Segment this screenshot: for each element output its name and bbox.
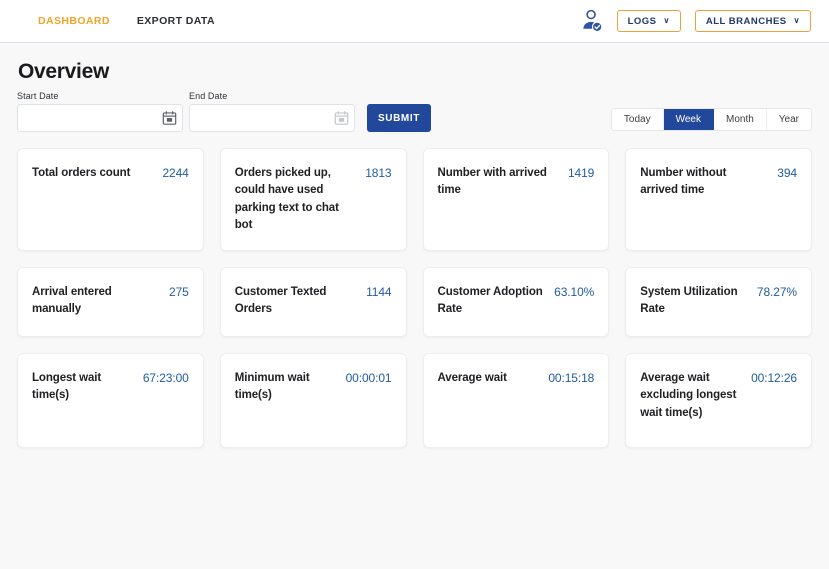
kpi-value: 1144 — [366, 285, 392, 299]
kpi-card-number-without-arrived-time: Number without arrived time 394 — [625, 148, 812, 251]
kpi-label: Customer Texted Orders — [234, 286, 327, 316]
logs-button-label: LOGS — [627, 15, 657, 27]
kpi-value: 2244 — [162, 166, 189, 180]
start-date-field: Start Date — [17, 91, 183, 132]
period-option-month[interactable]: Month — [714, 109, 767, 130]
start-date-input[interactable] — [17, 104, 183, 132]
verified-user-icon[interactable] — [581, 9, 603, 33]
kpi-label: Average wait — [437, 372, 507, 384]
end-date-input[interactable] — [189, 104, 355, 132]
kpi-label: System Utilization Rate — [640, 286, 738, 316]
end-date-calendar-icon[interactable] — [333, 110, 350, 127]
kpi-label: Minimum wait time(s) — [234, 372, 310, 402]
period-segmented-control: Today Week Month Year — [610, 108, 812, 131]
all-branches-button-label: ALL BRANCHES — [705, 15, 787, 27]
kpi-value: 00:12:26 — [751, 371, 797, 385]
end-date-label: End Date — [189, 91, 228, 101]
nav-link-dashboard[interactable]: DASHBOARD — [38, 15, 110, 27]
kpi-card-longest-wait-time: Longest wait time(s) 67:23:00 — [17, 353, 204, 448]
main-nav: DASHBOARD EXPORT DATA — [38, 15, 215, 27]
page-title: Overview — [18, 60, 109, 83]
logs-dropdown-button[interactable]: LOGS ∨ — [616, 10, 681, 32]
nav-link-export-data[interactable]: EXPORT DATA — [137, 15, 215, 27]
kpi-value: 1813 — [365, 166, 392, 180]
kpi-label: Average wait excluding longest wait time… — [640, 372, 737, 419]
start-date-label: Start Date — [17, 91, 59, 101]
kpi-label: Customer Adoption Rate — [437, 286, 543, 316]
period-option-week[interactable]: Week — [663, 109, 714, 130]
kpi-label: Number without arrived time — [640, 167, 727, 197]
kpi-label: Orders picked up, could have used parkin… — [234, 167, 339, 231]
dashboard-content: Overview Start Date End Date SUBMIT Toda… — [0, 60, 829, 464]
kpi-card-minimum-wait-time: Minimum wait time(s) 00:00:01 — [219, 353, 407, 448]
date-filter-row: Start Date End Date SUBMIT Today Week Mo… — [17, 91, 812, 132]
kpi-value: 63.10% — [554, 285, 595, 299]
kpi-value: 78.27% — [756, 285, 797, 299]
kpi-label: Arrival entered manually — [32, 286, 112, 316]
kpi-label: Total orders count — [32, 167, 131, 179]
top-navigation-bar: DASHBOARD EXPORT DATA LOGS ∨ ALL BRANCHE… — [0, 0, 829, 43]
submit-button[interactable]: SUBMIT — [367, 104, 431, 132]
kpi-label: Longest wait time(s) — [32, 372, 102, 402]
period-option-today[interactable]: Today — [612, 109, 664, 130]
end-date-field: End Date — [189, 91, 355, 132]
kpi-card-grid: Total orders count 2244 Orders picked up… — [17, 148, 812, 464]
kpi-card-number-with-arrived-time: Number with arrived time 1419 — [422, 148, 610, 251]
kpi-card-system-utilization-rate: System Utilization Rate 78.27% — [625, 267, 812, 337]
kpi-value: 00:00:01 — [345, 371, 392, 385]
kpi-card-average-wait-excluding-longest: Average wait excluding longest wait time… — [625, 353, 812, 448]
kpi-label: Number with arrived time — [437, 167, 547, 197]
kpi-value: 00:15:18 — [548, 371, 595, 385]
start-date-calendar-icon[interactable] — [161, 110, 178, 127]
kpi-value: 394 — [777, 166, 797, 180]
all-branches-dropdown-button[interactable]: ALL BRANCHES ∨ — [694, 10, 811, 32]
chevron-down-icon: ∨ — [793, 16, 800, 25]
period-option-year[interactable]: Year — [767, 109, 811, 130]
kpi-card-average-wait: Average wait 00:15:18 — [422, 353, 610, 448]
kpi-value: 275 — [169, 285, 189, 299]
kpi-card-total-orders-count: Total orders count 2244 — [17, 148, 204, 251]
topbar-actions: LOGS ∨ ALL BRANCHES ∨ — [581, 9, 811, 33]
kpi-value: 1419 — [567, 166, 595, 180]
chevron-down-icon: ∨ — [663, 16, 670, 25]
kpi-card-orders-picked-up-chat-bot: Orders picked up, could have used parkin… — [219, 148, 407, 251]
kpi-card-customer-adoption-rate: Customer Adoption Rate 63.10% — [422, 267, 610, 337]
kpi-value: 67:23:00 — [142, 371, 189, 385]
kpi-card-customer-texted-orders: Customer Texted Orders 1144 — [219, 267, 407, 337]
kpi-card-arrival-entered-manually: Arrival entered manually 275 — [17, 267, 204, 337]
